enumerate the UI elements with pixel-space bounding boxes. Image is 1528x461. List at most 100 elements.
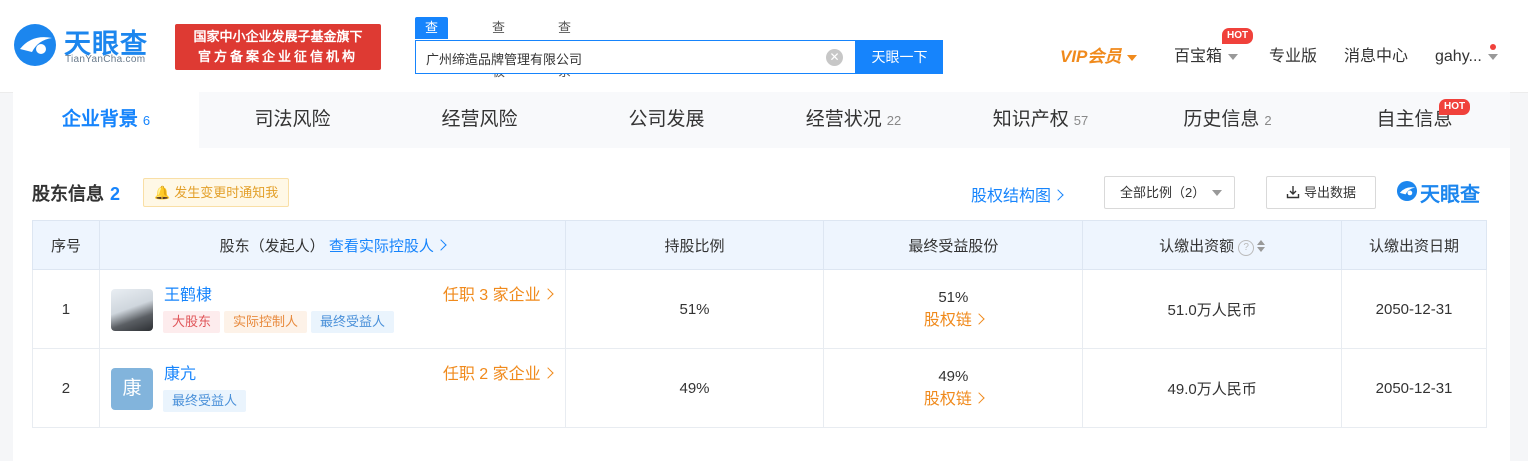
posts-link[interactable]: 任职 2 家企业 (443, 360, 554, 384)
search-button[interactable]: 天眼一下 (856, 40, 943, 74)
final-share-value: 49% (938, 367, 969, 385)
equity-chain-link[interactable]: 股权链 (825, 306, 1081, 330)
export-button[interactable]: 导出数据 (1266, 176, 1376, 209)
table-header-row: 序号 股东（发起人） 查看实际控股人 持股比例 最终受益股份 认缴出资额? 认缴… (32, 220, 1487, 270)
tab-judicial-risk[interactable]: 司法风险 (199, 92, 386, 148)
banner-line-2: 官方备案企业征信机构 (197, 49, 358, 64)
sort-icon[interactable] (1257, 239, 1266, 252)
toolbox-menu[interactable]: 百宝箱 (1174, 44, 1239, 70)
tab-label: 历史信息 (1183, 109, 1260, 130)
row-index: 1 (32, 269, 100, 349)
question-icon[interactable]: ? (1238, 239, 1255, 256)
view-controller-link[interactable]: 查看实际控股人 (328, 237, 447, 255)
col-capital-label: 认缴出资额 (1159, 237, 1235, 255)
search-box: ✕ (415, 40, 856, 75)
tab-count: 6 (142, 113, 151, 128)
ratio-cell: 49% (564, 348, 825, 428)
view-controller-label: 查看实际控股人 (328, 237, 434, 255)
tab-history[interactable]: 历史信息 2 (1134, 92, 1321, 148)
col-date: 认缴出资日期 (1341, 220, 1487, 270)
chevron-right-icon (1052, 189, 1064, 201)
holder-name[interactable]: 王鹤棣 (164, 281, 212, 305)
top-header: 天眼查 TianYanCha.com 国家中小企业发展子基金旗下 官方备案企业征… (0, 0, 1528, 93)
equity-chain-label: 股权链 (923, 390, 972, 408)
equity-chain-link[interactable]: 股权链 (825, 385, 1081, 409)
search-tab-boss[interactable]: 查老板 (492, 17, 505, 79)
shareholder-card: 股东信息 2 🔔 发生变更时通知我 股权结构图 全部比例（2） 导出数据 天眼查 序… (13, 148, 1510, 461)
chevron-right-icon (973, 391, 985, 404)
clear-icon[interactable]: ✕ (826, 49, 843, 66)
row-index: 2 (32, 348, 100, 428)
posts-link[interactable]: 任职 3 家企业 (442, 281, 554, 305)
chevron-right-icon (541, 288, 554, 300)
tab-background[interactable]: 企业背景 6 (13, 92, 199, 148)
tab-self-info[interactable]: 自主信息 (1321, 92, 1508, 148)
user-name: gahy... (1435, 48, 1482, 65)
holder-name[interactable]: 康亢 (164, 360, 196, 384)
shareholder-table: 序号 股东（发起人） 查看实际控股人 持股比例 最终受益股份 认缴出资额? 认缴… (32, 220, 1487, 428)
caret-down-icon (1228, 53, 1239, 60)
tab-count: 57 (1073, 113, 1089, 128)
section-count: 2 (110, 184, 121, 204)
structure-label: 股权结构图 (971, 188, 1052, 205)
posts-label: 任职 3 家企业 (442, 287, 541, 304)
final-share-cell: 51% 股权链 (823, 269, 1084, 349)
tab-operating-status[interactable]: 经营状况 22 (760, 92, 947, 148)
banner-line-1: 国家中小企业发展子基金旗下 (193, 29, 363, 44)
toolbox-label: 百宝箱 (1174, 48, 1223, 65)
pro-link[interactable]: 专业版 (1269, 44, 1317, 70)
holder-tags: 大股东 实际控制人 最终受益人 (162, 311, 398, 333)
chevron-right-icon (435, 238, 447, 251)
self-info-hot-badge: HOT (1439, 99, 1471, 115)
final-share-value: 51% (938, 288, 969, 306)
caret-down-icon (1487, 53, 1498, 60)
avatar[interactable]: 康 (110, 368, 153, 410)
capital-cell: 51.0万人民币 (1082, 269, 1343, 349)
tab-intellectual-property[interactable]: 知识产权 57 (947, 92, 1134, 148)
tab-label: 企业背景 (61, 109, 138, 130)
col-holder: 股东（发起人） 查看实际控股人 (98, 220, 566, 270)
notify-label: 发生变更时通知我 (174, 185, 279, 200)
section-title-text: 股东信息 (32, 184, 104, 204)
capital-cell: 49.0万人民币 (1082, 348, 1343, 428)
holder-cell: 王鹤棣 大股东 实际控制人 最终受益人 任职 3 家企业 (98, 269, 566, 349)
col-capital[interactable]: 认缴出资额? (1082, 220, 1343, 270)
tab-operating-risk[interactable]: 经营风险 (386, 92, 573, 148)
tab-company-development[interactable]: 公司发展 (573, 92, 760, 148)
search-tab-company[interactable]: 查公司 (415, 17, 449, 79)
col-ratio: 持股比例 (564, 220, 825, 270)
date-cell: 2050-12-31 (1341, 269, 1487, 349)
vip-label: VIP会员 (1060, 47, 1122, 66)
chevron-right-icon (541, 367, 554, 379)
equity-structure-link[interactable]: 股权结构图 (971, 182, 1064, 206)
tag-actual-controller: 实际控制人 (223, 311, 307, 333)
col-index: 序号 (32, 220, 100, 270)
messages-link[interactable]: 消息中心 (1344, 44, 1408, 70)
col-final-share: 最终受益股份 (823, 220, 1084, 270)
notify-button[interactable]: 🔔 发生变更时通知我 (143, 178, 290, 207)
tab-label: 经营风险 (441, 109, 518, 130)
tab-label: 知识产权 (992, 109, 1069, 130)
date-cell: 2050-12-31 (1341, 348, 1487, 428)
section-title: 股东信息 2 (32, 180, 120, 206)
site-logo[interactable]: 天眼查 TianYanCha.com (12, 20, 162, 70)
avatar[interactable] (110, 289, 153, 331)
logo-domain: TianYanCha.com (65, 54, 146, 65)
chevron-right-icon (973, 312, 985, 325)
search-tab-relation[interactable]: 查关系 (558, 17, 571, 79)
tianyancha-logo-icon (1396, 180, 1418, 202)
ratio-cell: 51% (564, 269, 825, 349)
vip-menu[interactable]: VIP会员 (1060, 44, 1138, 70)
toolbox-hot-badge: HOT (1222, 28, 1254, 44)
category-tabs: 企业背景 6 司法风险 经营风险 公司发展 经营状况 22 知识产权 57 历史信息 2… (13, 92, 1510, 148)
table-row: 2 康 康亢 最终受益人 任职 2 家企业 49% 49% 股权链 49.0万人… (32, 348, 1487, 428)
search-input[interactable] (424, 41, 828, 75)
user-menu[interactable]: gahy... (1435, 44, 1498, 70)
ratio-filter-select[interactable]: 全部比例（2） (1104, 176, 1235, 209)
export-icon (1286, 186, 1300, 199)
tianyancha-logo-icon (14, 24, 56, 66)
bell-icon: 🔔 (154, 185, 171, 200)
tab-label: 公司发展 (628, 109, 705, 130)
equity-chain-label: 股权链 (923, 311, 972, 329)
caret-down-icon (1212, 190, 1222, 196)
